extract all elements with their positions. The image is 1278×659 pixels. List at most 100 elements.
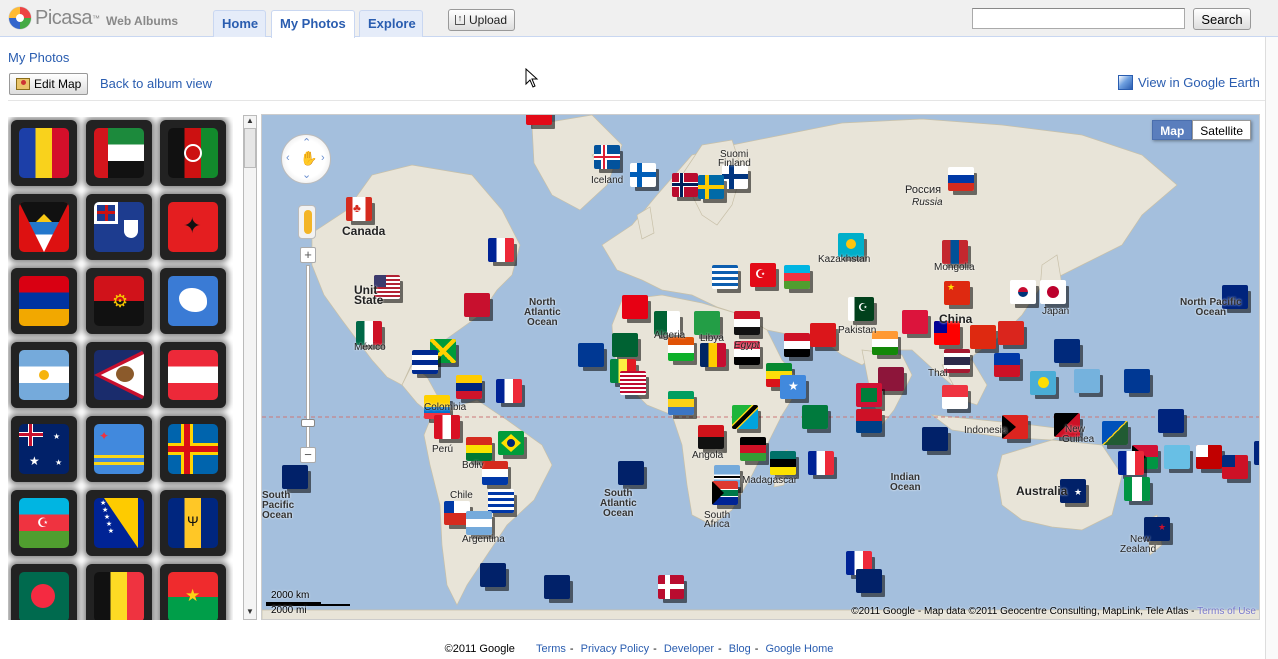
map-flag-hongkong[interactable] bbox=[970, 325, 996, 349]
map-flag-cuba[interactable] bbox=[412, 350, 438, 374]
map-flag-nepal[interactable] bbox=[902, 310, 928, 334]
scroll-down-icon[interactable]: ▼ bbox=[244, 607, 256, 619]
map-flag-samoa[interactable] bbox=[1222, 455, 1248, 479]
map-flag-egypt[interactable] bbox=[734, 311, 760, 335]
map-flag-gabon[interactable] bbox=[668, 391, 694, 415]
map-flag-france-north[interactable] bbox=[488, 238, 514, 262]
thumbnail-azerbaijan[interactable]: ☪ bbox=[11, 490, 77, 556]
map-flag-philippines[interactable] bbox=[994, 353, 1020, 377]
thumbnail-antigua[interactable] bbox=[11, 194, 77, 260]
map-flag-tunisia[interactable] bbox=[622, 295, 648, 319]
map-flag-top[interactable] bbox=[526, 115, 552, 125]
map-flag-chad[interactable] bbox=[700, 343, 726, 367]
map-flag-solomon[interactable] bbox=[1102, 421, 1128, 445]
map-flag-marshall[interactable] bbox=[1124, 369, 1150, 393]
pan-up-icon[interactable]: ⌃ bbox=[302, 136, 311, 149]
thumbnail-austria[interactable] bbox=[160, 342, 226, 408]
pegman-control[interactable] bbox=[298, 205, 316, 239]
map-flag-greece[interactable] bbox=[712, 265, 738, 289]
footer-link-google-home[interactable]: Google Home bbox=[766, 643, 834, 655]
pan-control[interactable]: ⌃ ‹ › ⌄ ✋ bbox=[281, 134, 331, 184]
map-flag-france-guiana[interactable] bbox=[496, 379, 522, 403]
map-flag-russia[interactable] bbox=[948, 167, 974, 191]
map-flag-faroe[interactable] bbox=[630, 163, 656, 187]
map-flag-reunion[interactable] bbox=[808, 451, 834, 475]
map-flag-mongolia[interactable] bbox=[942, 240, 968, 264]
thumbnail-armenia[interactable] bbox=[11, 268, 77, 334]
map-flag-australia-west[interactable] bbox=[922, 427, 948, 451]
thumbnail-aland[interactable] bbox=[160, 416, 226, 482]
footer-link-developer[interactable]: Developer bbox=[664, 643, 714, 655]
map-flag-azerbaijan-map[interactable] bbox=[784, 265, 810, 289]
footer-link-terms[interactable]: Terms bbox=[536, 643, 566, 655]
map-flag-cape-verde[interactable] bbox=[578, 343, 604, 367]
picasa-logo[interactable]: Picasa ™ Web Albums bbox=[8, 6, 178, 30]
thumbnail-barbados[interactable]: Ψ bbox=[160, 490, 226, 556]
map-flag-mozambique[interactable] bbox=[770, 451, 796, 475]
map-flag-falklands[interactable] bbox=[480, 563, 506, 587]
thumbnail-belgium[interactable] bbox=[86, 564, 152, 620]
thumbnail-bosnia[interactable]: ★ ★ ★ ★ ★ bbox=[86, 490, 152, 556]
map-flag-saint-helena[interactable] bbox=[618, 461, 644, 485]
map-flag-micronesia[interactable] bbox=[1074, 369, 1100, 393]
map-flag-south-africa[interactable] bbox=[712, 481, 738, 505]
map-flag-libya[interactable] bbox=[694, 311, 720, 335]
map-flag-angola-map[interactable] bbox=[698, 425, 724, 449]
tab-home[interactable]: Home bbox=[213, 10, 266, 37]
thumbnail-argentina[interactable] bbox=[11, 342, 77, 408]
map-flag-vietnam[interactable] bbox=[998, 321, 1024, 345]
thumbnail-australia[interactable]: ★ ★ ★ bbox=[11, 416, 77, 482]
back-to-album-link[interactable]: Back to album view bbox=[100, 76, 212, 91]
map-flag-tanzania[interactable] bbox=[732, 405, 758, 429]
map-flag-south-georgia[interactable] bbox=[544, 575, 570, 599]
map-flag-paraguay[interactable] bbox=[482, 461, 508, 485]
map-flag-turkey[interactable]: ☪ bbox=[750, 263, 776, 287]
map-flag-palau[interactable] bbox=[1030, 371, 1056, 395]
thumbnail-american-samoa[interactable] bbox=[86, 342, 152, 408]
map-flag-tuvalu[interactable] bbox=[1158, 409, 1184, 433]
map-flag-malawi[interactable] bbox=[740, 437, 766, 461]
world-map[interactable]: ♣ ★ ☪ ☪ ★ ★ ★ Suomi Finland Iceland Росс… bbox=[261, 114, 1260, 620]
map-flag-venezuela[interactable] bbox=[456, 375, 482, 399]
thumbnail-andorra[interactable] bbox=[11, 120, 77, 186]
map-type-map-button[interactable]: Map bbox=[1152, 120, 1193, 140]
page-scrollbar[interactable] bbox=[1265, 37, 1278, 659]
map-flag-cook[interactable] bbox=[1254, 441, 1259, 465]
map-flag-china[interactable]: ★ bbox=[944, 281, 970, 305]
thumbnail-uae[interactable] bbox=[86, 120, 152, 186]
map-flag-bouvet[interactable] bbox=[658, 575, 684, 599]
map-flag-sweden[interactable] bbox=[698, 175, 724, 199]
map-flag-bolivia[interactable] bbox=[466, 437, 492, 461]
map-flag-new-caledonia[interactable] bbox=[1118, 451, 1144, 475]
map-flag-seychelles[interactable] bbox=[802, 405, 828, 429]
zoom-out-button[interactable]: − bbox=[300, 447, 316, 463]
thumbnail-anguilla[interactable] bbox=[86, 194, 152, 260]
search-input[interactable] bbox=[972, 8, 1185, 29]
thumbnail-scrollbar[interactable]: ▲ ▼ bbox=[243, 115, 257, 620]
footer-link-privacy[interactable]: Privacy Policy bbox=[581, 643, 649, 655]
map-flag-fiji[interactable] bbox=[1164, 445, 1190, 469]
map-flag-norway[interactable] bbox=[672, 173, 698, 197]
thumbnail-afghanistan[interactable] bbox=[160, 120, 226, 186]
map-flag-heard[interactable] bbox=[856, 569, 882, 593]
map-type-satellite-button[interactable]: Satellite bbox=[1192, 120, 1251, 140]
pan-left-icon[interactable]: ‹ bbox=[286, 152, 290, 164]
map-flag-korea[interactable] bbox=[1010, 280, 1036, 304]
map-flag-pakistan[interactable]: ☪ bbox=[848, 297, 874, 321]
map-flag-tonga[interactable] bbox=[1196, 445, 1222, 469]
map-flag-mauritania[interactable] bbox=[612, 333, 638, 357]
thumbnail-angola[interactable]: ⚙ bbox=[86, 268, 152, 334]
map-flag-thailand[interactable] bbox=[944, 349, 970, 373]
footer-link-blog[interactable]: Blog bbox=[729, 643, 751, 655]
map-flag-canada[interactable]: ♣ bbox=[346, 197, 372, 221]
map-flag-yemen[interactable] bbox=[784, 333, 810, 357]
zoom-in-button[interactable]: + bbox=[300, 247, 316, 263]
thumbnail-aruba[interactable]: ✦ bbox=[86, 416, 152, 482]
edit-map-button[interactable]: Edit Map bbox=[9, 73, 88, 95]
map-flag-kiribati[interactable] bbox=[856, 409, 882, 433]
thumbnail-albania[interactable]: ✦ bbox=[160, 194, 226, 260]
scroll-up-icon[interactable]: ▲ bbox=[244, 116, 256, 128]
search-button[interactable]: Search bbox=[1193, 8, 1251, 30]
map-flag-japan[interactable] bbox=[1040, 280, 1066, 304]
map-flag-singapore[interactable] bbox=[942, 385, 968, 409]
